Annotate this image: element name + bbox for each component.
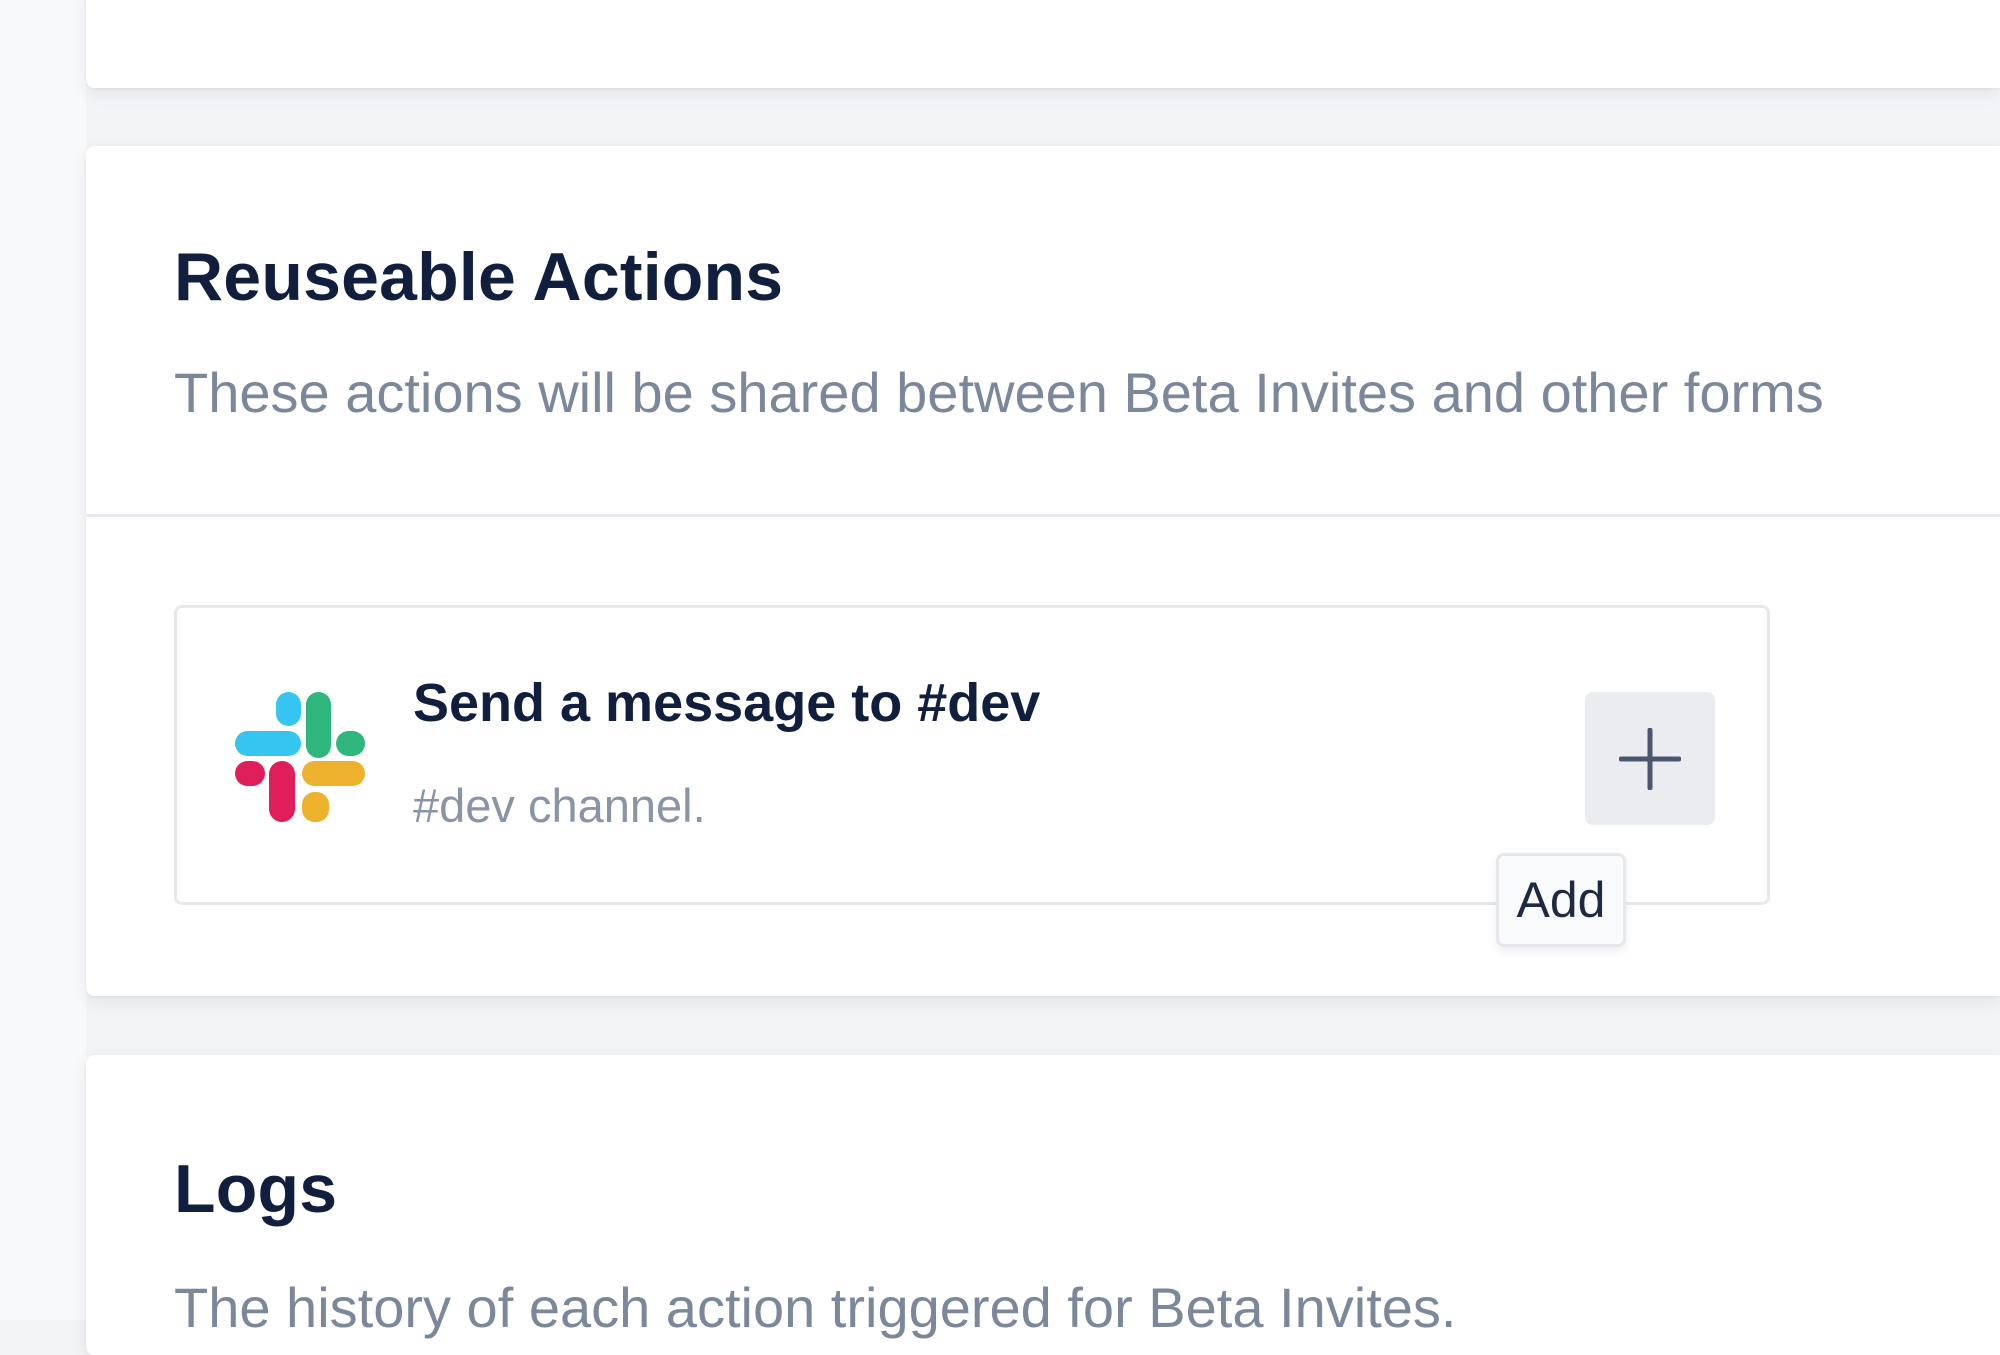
- logs-description: The history of each action triggered for…: [174, 1276, 1457, 1339]
- reusable-actions-header: Reuseable Actions These actions will be …: [86, 146, 2000, 515]
- action-item-title: Send a message to #dev: [413, 673, 1041, 733]
- reusable-actions-title: Reuseable Actions: [174, 239, 784, 315]
- logs-title: Logs: [174, 1151, 338, 1227]
- left-gutter: [0, 0, 86, 1320]
- add-tooltip: Add: [1496, 853, 1626, 947]
- add-action-button[interactable]: [1585, 692, 1715, 825]
- slack-logo-icon: [235, 692, 365, 822]
- reusable-actions-card: Reuseable Actions These actions will be …: [86, 146, 2000, 996]
- logs-card: Logs The history of each action triggere…: [86, 1055, 2000, 1355]
- previous-section-card: [86, 0, 2000, 88]
- action-item-subtitle: #dev channel.: [413, 779, 706, 832]
- plus-icon: [1619, 727, 1681, 790]
- reusable-actions-description: These actions will be shared between Bet…: [174, 361, 1824, 424]
- section-divider: [86, 514, 2000, 517]
